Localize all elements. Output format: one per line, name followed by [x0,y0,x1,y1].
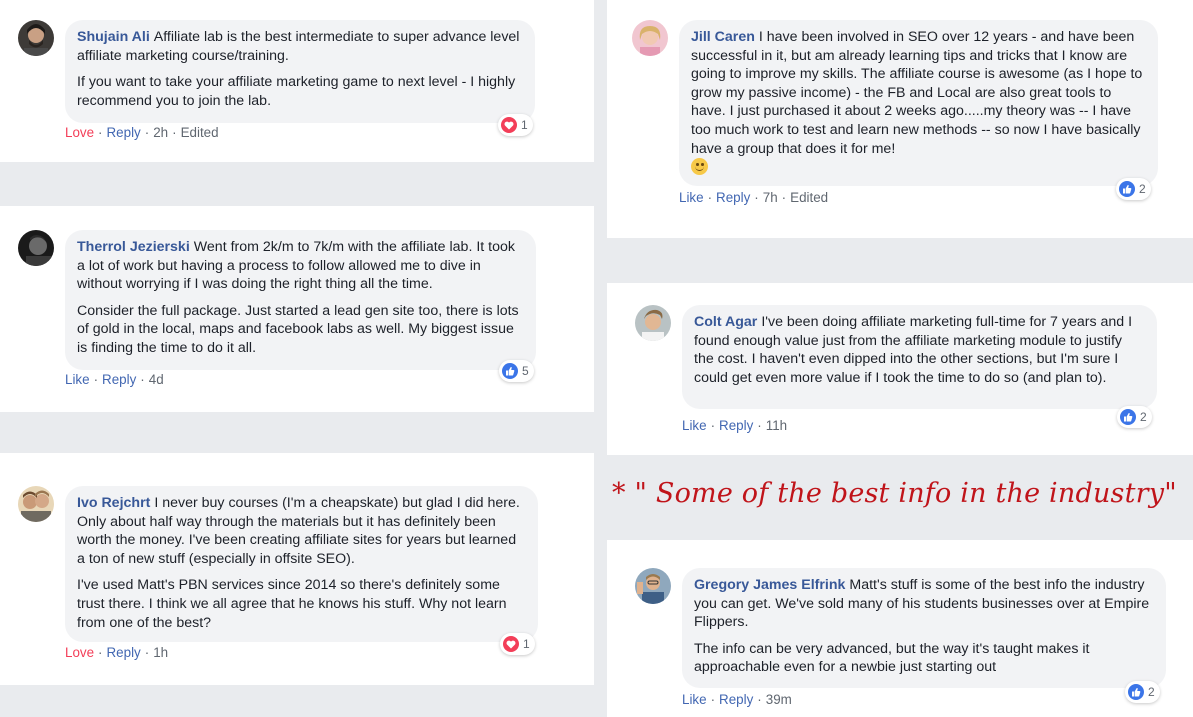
timestamp[interactable]: 1h [153,645,168,660]
avatar[interactable] [18,230,54,266]
like-button[interactable]: Like [682,418,707,433]
comment-text: If you want to take your affiliate marke… [77,74,516,109]
thumbs-up-icon [502,363,518,379]
reaction-count: 2 [1140,410,1147,424]
like-button[interactable]: Like [679,190,704,205]
smiley-icon [691,158,708,176]
reaction-badge[interactable]: 5 [499,360,534,382]
edited-label: Edited [790,190,829,205]
like-button[interactable]: Like [65,372,90,387]
author-name[interactable]: Ivo Rejchrt [77,495,150,511]
author-name[interactable]: Jill Caren [691,29,755,45]
author-name[interactable]: Gregory James Elfrink [694,577,845,593]
avatar[interactable] [632,20,668,56]
reply-button[interactable]: Reply [719,692,753,707]
reaction-badge[interactable]: 1 [500,633,535,655]
timestamp[interactable]: 11h [766,418,787,433]
timestamp[interactable]: 39m [766,692,792,707]
comment-actions: Love · Reply · 2h · Edited [65,125,219,140]
thumbs-up-icon [1120,409,1136,425]
highlight-quote: * " Some of the best info in the industr… [612,478,1177,509]
comment-bubble: Ivo Rejchrt I never buy courses (I'm a ch… [65,486,538,642]
comment-actions: Love · Reply · 1h [65,645,169,660]
thumbs-up-icon [1128,684,1144,700]
like-button[interactable]: Like [682,692,707,707]
comment-actions: Like · Reply · 11h [682,418,788,433]
reaction-badge[interactable]: 1 [498,114,533,136]
avatar[interactable] [18,20,54,56]
comment-bubble: Jill Caren I have been involved in SEO ov… [679,20,1158,186]
comment-text: Consider the full package. Just started … [77,302,519,356]
reaction-badge[interactable]: 2 [1117,406,1152,428]
comment-text: I have been involved in SEO over 12 year… [691,29,1143,157]
reply-button[interactable]: Reply [107,645,141,660]
avatar[interactable] [635,568,671,604]
comment-actions: Like · Reply · 4d [65,372,164,387]
comment-text: I've used Matt's PBN services since 2014… [77,577,507,631]
avatar[interactable] [18,486,54,522]
comment-bubble: Gregory James Elfrink Matt's stuff is som… [682,568,1166,688]
reply-button[interactable]: Reply [716,190,750,205]
comment-actions: Like · Reply · 39m [682,692,792,707]
timestamp[interactable]: 4d [149,372,164,387]
reply-button[interactable]: Reply [107,125,141,140]
author-name[interactable]: Therrol Jezierski [77,239,190,255]
avatar[interactable] [635,305,671,341]
reaction-badge[interactable]: 2 [1116,178,1151,200]
reaction-count: 1 [521,118,528,132]
reaction-count: 1 [523,637,530,651]
heart-icon [503,636,519,652]
timestamp[interactable]: 2h [153,125,168,140]
comment-bubble: Therrol Jezierski Went from 2k/m to 7k/m … [65,230,536,370]
comment-text: I've been doing affiliate marketing full… [694,314,1133,386]
comment-bubble: Shujain Ali Affiliate lab is the best int… [65,20,535,123]
reaction-count: 2 [1148,685,1155,699]
author-name[interactable]: Colt Agar [694,314,757,330]
reaction-count: 2 [1139,182,1146,196]
heart-icon [501,117,517,133]
reply-button[interactable]: Reply [719,418,753,433]
reaction-count: 5 [522,364,529,378]
love-button[interactable]: Love [65,125,94,140]
timestamp[interactable]: 7h [763,190,778,205]
love-button[interactable]: Love [65,645,94,660]
author-name[interactable]: Shujain Ali [77,29,150,45]
comment-text: The info can be very advanced, but the w… [694,640,1090,676]
comment-actions: Like · Reply · 7h · Edited [679,190,829,205]
edited-label: Edited [180,125,219,140]
reaction-badge[interactable]: 2 [1125,681,1160,703]
comment-bubble: Colt Agar I've been doing affiliate marke… [682,305,1157,409]
thumbs-up-icon [1119,181,1135,197]
reply-button[interactable]: Reply [102,372,136,387]
